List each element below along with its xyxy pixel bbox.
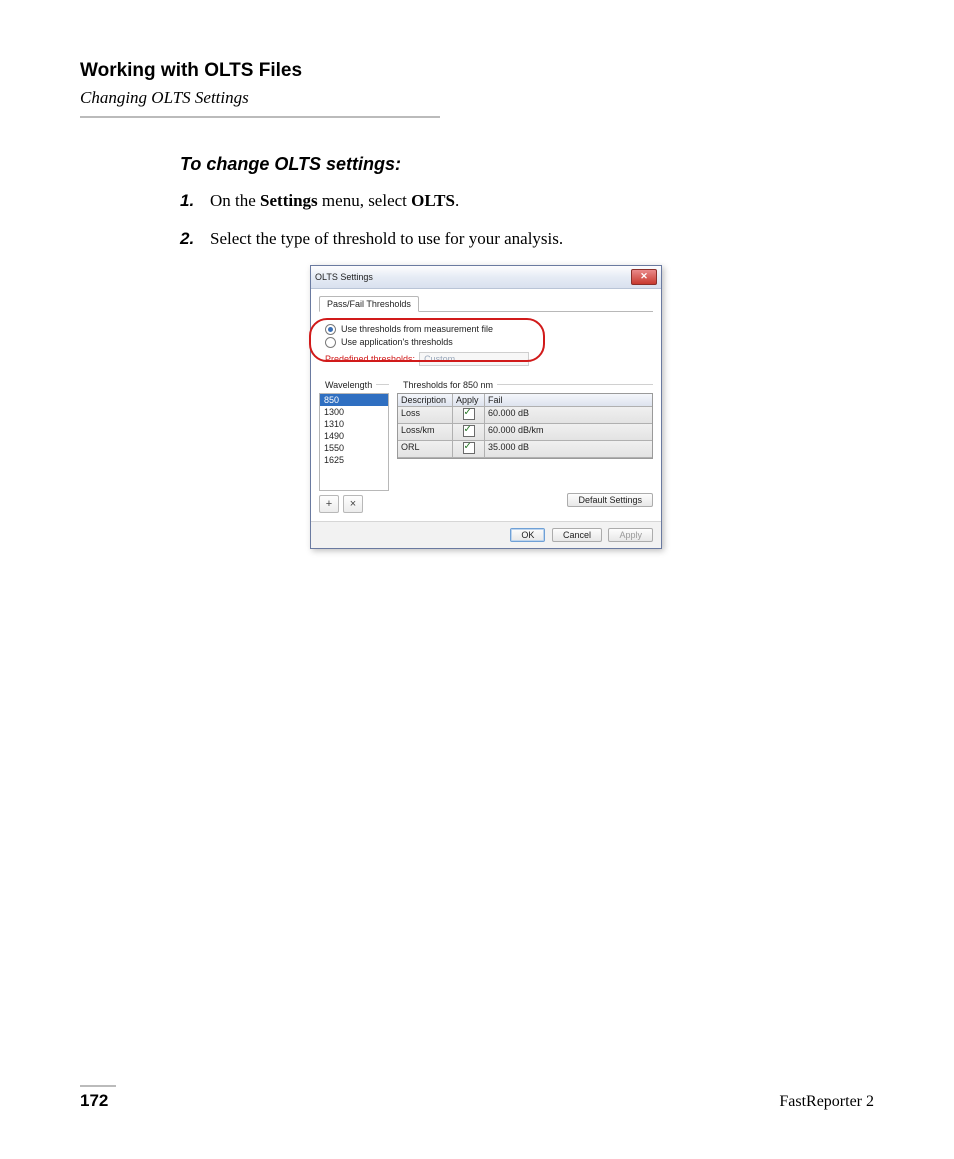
checkbox-icon[interactable] <box>463 408 475 420</box>
threshold-source-group: Use thresholds from measurement file Use… <box>319 318 653 374</box>
list-item[interactable]: 1310 <box>320 418 388 430</box>
thresholds-group-label: Thresholds for 850 nm <box>397 380 653 390</box>
list-item[interactable]: 850 <box>320 394 388 406</box>
list-item[interactable]: 1550 <box>320 442 388 454</box>
cell-apply[interactable] <box>453 441 485 458</box>
page-number: 172 <box>80 1091 116 1111</box>
radio-icon[interactable] <box>325 324 336 335</box>
step-number: 1. <box>180 189 210 213</box>
header-rule <box>80 116 440 118</box>
text: On the <box>210 191 260 210</box>
table-row: Loss/km 60.000 dB/km <box>398 424 652 441</box>
col-fail[interactable]: Fail <box>485 394 652 407</box>
cell-fail[interactable]: 35.000 dB <box>485 441 652 458</box>
list-item[interactable]: 1625 <box>320 454 388 466</box>
table-row: ORL 35.000 dB <box>398 441 652 458</box>
section-subtitle: Changing OLTS Settings <box>80 88 874 108</box>
cell-desc: Loss/km <box>398 424 453 441</box>
list-item[interactable]: 1300 <box>320 406 388 418</box>
step-text: Select the type of threshold to use for … <box>210 227 563 251</box>
cell-apply[interactable] <box>453 424 485 441</box>
apply-button[interactable]: Apply <box>608 528 653 542</box>
predefined-thresholds-row: Predefined thresholds: Custom <box>325 352 647 366</box>
dialog-title: OLTS Settings <box>315 272 631 282</box>
olts-settings-dialog: OLTS Settings ✕ Pass/Fail Thresholds Use… <box>310 265 662 549</box>
footer-rule <box>80 1085 116 1087</box>
step-text: On the Settings menu, select OLTS. <box>210 189 459 213</box>
list-item[interactable]: 1490 <box>320 430 388 442</box>
table-header-row: Description Apply Fail <box>398 394 652 407</box>
add-wavelength-button[interactable]: + <box>319 495 339 513</box>
radio-icon[interactable] <box>325 337 336 348</box>
dialog-titlebar[interactable]: OLTS Settings ✕ <box>311 266 661 289</box>
cell-fail[interactable]: 60.000 dB <box>485 407 652 424</box>
col-description[interactable]: Description <box>398 394 453 407</box>
radio-use-file[interactable]: Use thresholds from measurement file <box>325 324 647 335</box>
close-icon[interactable]: ✕ <box>631 269 657 285</box>
predefined-dropdown[interactable]: Custom <box>419 352 529 366</box>
remove-wavelength-button[interactable]: × <box>343 495 363 513</box>
step-1: 1. On the Settings menu, select OLTS. <box>180 189 820 213</box>
checkbox-icon[interactable] <box>463 425 475 437</box>
checkbox-icon[interactable] <box>463 442 475 454</box>
section-title: Working with OLTS Files <box>80 60 874 82</box>
tab-passfail[interactable]: Pass/Fail Thresholds <box>319 296 419 312</box>
cancel-button[interactable]: Cancel <box>552 528 602 542</box>
wavelength-group-label: Wavelength <box>319 380 389 390</box>
cell-desc: Loss <box>398 407 453 424</box>
predefined-label: Predefined thresholds: <box>325 354 415 364</box>
cell-apply[interactable] <box>453 407 485 424</box>
wavelength-list[interactable]: 850 1300 1310 1490 1550 1625 <box>319 393 389 491</box>
ok-button[interactable]: OK <box>510 528 545 542</box>
text: . <box>455 191 459 210</box>
text-bold: Settings <box>260 191 318 210</box>
text-bold: OLTS <box>411 191 455 210</box>
product-name: FastReporter 2 <box>779 1093 874 1111</box>
thresholds-table: Description Apply Fail Loss 60.000 dB Lo… <box>397 393 653 459</box>
radio-use-app[interactable]: Use application's thresholds <box>325 337 647 348</box>
col-apply[interactable]: Apply <box>453 394 485 407</box>
text: menu, select <box>318 191 411 210</box>
cell-desc: ORL <box>398 441 453 458</box>
radio-label: Use application's thresholds <box>341 337 453 347</box>
step-2: 2. Select the type of threshold to use f… <box>180 227 820 251</box>
default-settings-button[interactable]: Default Settings <box>567 493 653 507</box>
step-number: 2. <box>180 227 210 251</box>
radio-label: Use thresholds from measurement file <box>341 324 493 334</box>
table-row: Loss 60.000 dB <box>398 407 652 424</box>
cell-fail[interactable]: 60.000 dB/km <box>485 424 652 441</box>
procedure-title: To change OLTS settings: <box>180 154 820 175</box>
